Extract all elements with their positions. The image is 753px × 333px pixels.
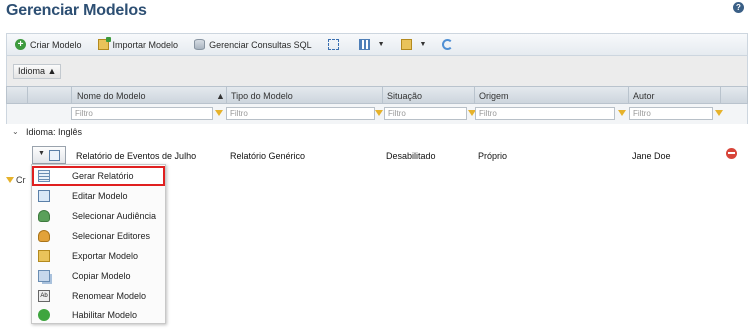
column-divider: [474, 87, 475, 103]
sort-asc-icon: ▲: [47, 66, 57, 76]
export-dropdown[interactable]: ▼: [400, 39, 427, 50]
menu-item-generate-report[interactable]: Gerar Relatório: [32, 166, 165, 186]
manage-sql-label: Gerenciar Consultas SQL: [209, 39, 312, 50]
chevron-down-icon: ▼: [38, 150, 45, 157]
group-tree-button[interactable]: [327, 39, 343, 50]
menu-item-enable-template[interactable]: Habilitar Modelo: [32, 305, 165, 325]
import-template-label: Importar Modelo: [112, 39, 179, 50]
menu-item-select-audience[interactable]: Selecionar Audiência: [32, 206, 165, 226]
column-divider: [27, 87, 28, 103]
database-icon: [194, 39, 206, 50]
toolbar: + Criar Modelo Importar Modelo Gerenciar…: [6, 33, 748, 56]
group-row[interactable]: ⌄ Idioma: Inglês: [6, 124, 748, 141]
filter-origin-input[interactable]: Filtro: [475, 107, 615, 120]
context-menu: Gerar Relatório Editar Modelo Selecionar…: [31, 164, 166, 324]
edit-icon: [38, 190, 50, 202]
copy-icon: [38, 270, 50, 282]
menu-item-label: Selecionar Audiência: [72, 211, 157, 221]
menu-item-label: Selecionar Editores: [72, 231, 151, 241]
import-template-button[interactable]: Importar Modelo: [97, 37, 179, 50]
cell-type: Relatório Genérico: [230, 151, 306, 161]
enable-icon: [38, 309, 50, 321]
group-chip-language[interactable]: Idioma ▲: [13, 64, 62, 79]
chevron-down-icon: ▼: [419, 41, 427, 48]
page-title: Gerenciar Modelos: [6, 2, 147, 19]
create-template-label: Criar Modelo: [30, 39, 82, 50]
filter-icon[interactable]: [715, 110, 723, 116]
cell-author: Jane Doe: [632, 151, 671, 161]
filter-type-input[interactable]: Filtro: [226, 107, 375, 120]
delete-icon[interactable]: [726, 148, 737, 159]
refresh-icon: [442, 39, 454, 50]
column-header-author[interactable]: Autor: [633, 91, 655, 101]
grouping-bar: Idioma ▲: [6, 56, 748, 86]
cell-name: Relatório de Eventos de Julho: [76, 151, 197, 161]
column-header-name[interactable]: Nome do Modelo: [77, 91, 146, 101]
export-icon: [400, 39, 412, 50]
footer-label: Cr: [16, 175, 26, 185]
column-divider: [226, 87, 227, 103]
column-header-origin[interactable]: Origem: [479, 91, 509, 101]
filter-name-input[interactable]: Filtro: [71, 107, 213, 120]
manage-sql-button[interactable]: Gerenciar Consultas SQL: [194, 39, 312, 50]
group-label: Idioma: Inglês: [26, 127, 83, 137]
chevron-down-icon: ▼: [377, 41, 385, 48]
chevron-down-icon[interactable]: ⌄: [12, 127, 19, 136]
columns-dropdown[interactable]: ▼: [358, 39, 385, 50]
sort-asc-icon: ▲: [216, 91, 225, 101]
menu-item-select-editors[interactable]: Selecionar Editores: [32, 226, 165, 246]
filter-icon[interactable]: [618, 110, 626, 116]
tree-icon: [327, 39, 339, 50]
export-icon: [38, 250, 50, 262]
row-actions-button[interactable]: ▼: [32, 146, 66, 164]
column-header-row: Nome do Modelo ▲ Tipo do Modelo Situação…: [6, 86, 748, 104]
add-icon: +: [15, 39, 26, 50]
menu-item-export-template[interactable]: Exportar Modelo: [32, 246, 165, 266]
column-divider: [71, 87, 72, 103]
menu-item-label: Copiar Modelo: [72, 271, 131, 281]
filter-icon: [6, 177, 14, 183]
column-divider: [628, 87, 629, 103]
column-header-type[interactable]: Tipo do Modelo: [231, 91, 293, 101]
refresh-button[interactable]: [442, 39, 457, 50]
audience-icon: [38, 210, 50, 222]
columns-icon: [358, 39, 370, 50]
editors-icon: [38, 230, 50, 242]
menu-item-copy-template[interactable]: Copiar Modelo: [32, 266, 165, 286]
create-template-button[interactable]: + Criar Modelo: [15, 39, 82, 50]
menu-item-edit-template[interactable]: Editar Modelo: [32, 186, 165, 206]
report-icon: [38, 170, 50, 182]
column-header-status[interactable]: Situação: [387, 91, 422, 101]
menu-item-rename-template[interactable]: Ab Renomear Modelo: [32, 286, 165, 306]
filter-icon[interactable]: [375, 110, 383, 116]
menu-item-label: Editar Modelo: [72, 191, 128, 201]
cell-origin: Próprio: [478, 151, 508, 161]
help-icon[interactable]: ?: [733, 2, 744, 13]
column-divider: [720, 87, 721, 103]
cell-status: Desabilitado: [386, 151, 436, 161]
rename-icon: Ab: [38, 290, 50, 302]
filter-author-input[interactable]: Filtro: [629, 107, 713, 120]
filter-row: Filtro Filtro Filtro Filtro Filtro: [6, 104, 748, 124]
column-divider: [382, 87, 383, 103]
menu-item-label: Renomear Modelo: [72, 291, 147, 301]
filter-status-input[interactable]: Filtro: [384, 107, 467, 120]
group-chip-label: Idioma: [18, 66, 46, 76]
import-icon: [97, 37, 111, 50]
menu-item-label: Habilitar Modelo: [72, 310, 138, 320]
edit-icon: [49, 150, 60, 161]
filter-icon[interactable]: [215, 110, 223, 116]
menu-item-label: Exportar Modelo: [72, 251, 139, 261]
footer-create-filter[interactable]: Cr: [6, 175, 26, 185]
menu-item-label: Gerar Relatório: [72, 171, 134, 181]
